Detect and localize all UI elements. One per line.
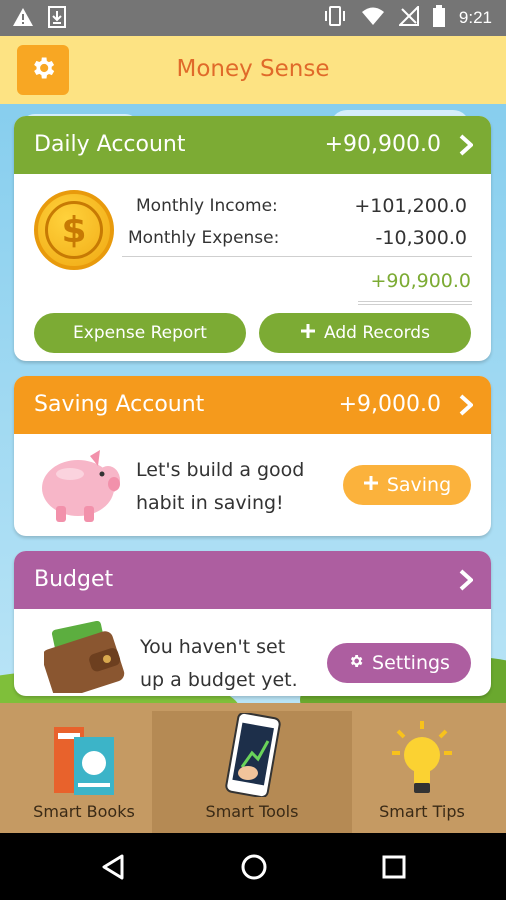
saving-account-title: Saving Account xyxy=(34,392,205,417)
budget-card: Budget You haven't set up a budget yet. … xyxy=(14,551,491,696)
coin-icon: $ xyxy=(34,190,114,270)
expense-report-label: Expense Report xyxy=(73,323,207,343)
wifi-icon xyxy=(361,6,385,30)
monthly-expense-value: -10,300.0 xyxy=(375,227,467,249)
add-records-button[interactable]: Add Records xyxy=(259,313,471,353)
expense-report-button[interactable]: Expense Report xyxy=(34,313,246,353)
daily-account-card: Daily Account +90,900.0 $ Monthly Income… xyxy=(14,116,491,361)
budget-message-line: You haven't set xyxy=(140,636,286,658)
smart-tips-label: Smart Tips xyxy=(379,802,465,821)
back-icon[interactable] xyxy=(100,853,126,885)
no-signal-icon xyxy=(397,4,419,30)
warning-icon xyxy=(12,7,34,31)
daily-account-title: Daily Account xyxy=(34,132,186,157)
chevron-right-icon xyxy=(459,394,474,420)
piggy-bank-icon xyxy=(34,446,124,530)
monthly-income-value: +101,200.0 xyxy=(354,195,467,217)
monthly-income-label: Monthly Income: xyxy=(136,196,278,216)
saving-button-label: Saving xyxy=(386,474,452,496)
budget-title: Budget xyxy=(34,567,114,592)
bottom-tool-bar: Smart Books Smart Tools Smart Tips xyxy=(0,703,506,833)
daily-total-value: +90,900.0 xyxy=(370,270,471,292)
divider xyxy=(358,301,472,302)
chevron-right-icon xyxy=(459,569,474,595)
lightbulb-icon xyxy=(390,717,454,801)
home-icon[interactable] xyxy=(240,853,268,885)
plus-icon xyxy=(363,474,379,496)
saving-button[interactable]: Saving xyxy=(343,465,471,505)
budget-header[interactable]: Budget xyxy=(14,551,491,609)
saving-message: Let's build a good habit in saving! xyxy=(136,454,304,520)
monthly-expense-label: Monthly Expense: xyxy=(128,228,280,248)
budget-message-line: up a budget yet. xyxy=(140,669,298,691)
smart-tips-button[interactable]: Smart Tips xyxy=(338,703,506,833)
status-time: 9:21 xyxy=(458,8,492,27)
battery-icon xyxy=(432,5,445,31)
saving-message-line: habit in saving! xyxy=(136,492,284,514)
daily-account-header[interactable]: Daily Account +90,900.0 xyxy=(14,116,491,174)
smart-tools-label: Smart Tools xyxy=(205,802,299,821)
app-bar: Money Sense xyxy=(0,36,506,104)
gear-icon xyxy=(348,652,364,674)
saving-account-header[interactable]: Saving Account +9,000.0 xyxy=(14,376,491,434)
saving-message-line: Let's build a good xyxy=(136,459,305,481)
smartphone-icon xyxy=(222,711,284,801)
status-bar: 9:21 xyxy=(0,0,506,36)
system-nav-bar xyxy=(0,833,506,900)
daily-account-amount: +90,900.0 xyxy=(324,132,441,157)
budget-message: You haven't set up a budget yet. xyxy=(140,631,298,696)
budget-settings-button[interactable]: Settings xyxy=(327,643,471,683)
recents-icon[interactable] xyxy=(381,854,407,884)
budget-settings-label: Settings xyxy=(372,652,450,674)
smart-books-label: Smart Books xyxy=(33,802,135,821)
vibrate-icon xyxy=(323,5,347,31)
add-records-label: Add Records xyxy=(324,323,430,343)
plus-icon xyxy=(300,323,316,344)
divider xyxy=(122,256,472,257)
chevron-right-icon xyxy=(459,134,474,160)
saving-account-card: Saving Account +9,000.0 Let's build a go… xyxy=(14,376,491,536)
app-title: Money Sense xyxy=(176,56,330,82)
download-icon xyxy=(48,6,66,32)
books-icon xyxy=(52,723,118,801)
smart-tools-button[interactable]: Smart Tools xyxy=(168,703,336,833)
smart-books-button[interactable]: Smart Books xyxy=(0,703,168,833)
divider xyxy=(358,304,472,305)
wallet-icon xyxy=(41,620,126,696)
saving-account-amount: +9,000.0 xyxy=(338,392,441,417)
